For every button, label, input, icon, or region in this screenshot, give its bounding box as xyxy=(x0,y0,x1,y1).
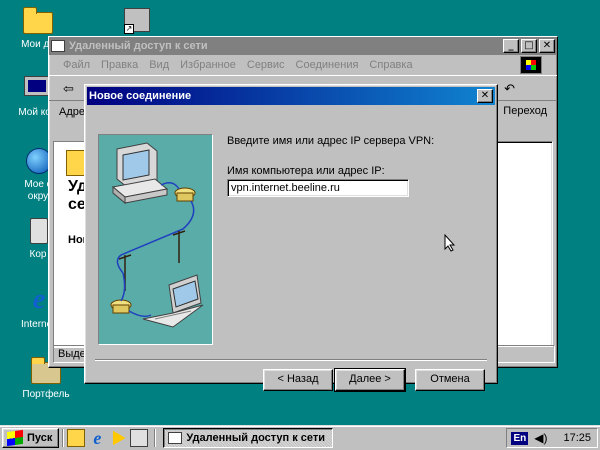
explorer-title: Удаленный доступ к сети xyxy=(69,40,208,52)
taskbar: Пуск e Удаленный доступ к сети En ◀) 17:… xyxy=(0,425,600,450)
shortcut-arrow-icon: ↗ xyxy=(124,24,134,34)
close-button[interactable]: ✕ xyxy=(539,39,555,53)
back-arrow-icon[interactable]: ⇦ xyxy=(63,81,74,97)
speaker-icon[interactable]: ◀) xyxy=(534,431,547,445)
dialog-prompt: Введите имя или адрес IP сервера VPN: xyxy=(227,135,435,147)
vpn-host-input[interactable] xyxy=(227,179,409,197)
outlook-express-icon[interactable] xyxy=(130,429,149,447)
host-field-label: Имя компьютера или адрес IP: xyxy=(227,165,385,177)
connection-illustration xyxy=(98,134,213,345)
task-label: Удаленный доступ к сети xyxy=(186,432,326,444)
dialog-separator xyxy=(95,359,487,361)
show-desktop-icon[interactable] xyxy=(67,429,86,447)
menu-file[interactable]: Файл xyxy=(63,59,90,71)
explorer-menubar: Файл Правка Вид Избранное Сервис Соедине… xyxy=(49,55,557,75)
system-tray: En ◀) 17:25 xyxy=(506,428,598,448)
dialog-title: Новое соединение xyxy=(89,90,192,102)
mouse-pointer-icon xyxy=(444,234,456,252)
minimize-button[interactable]: _ xyxy=(503,39,519,53)
menu-tools[interactable]: Сервис xyxy=(247,59,285,71)
dialog-titlebar[interactable]: Новое соединение ✕ xyxy=(87,87,495,105)
menu-connections[interactable]: Соединения xyxy=(296,59,359,71)
dialup-folder-icon xyxy=(51,40,65,52)
undo-icon[interactable]: ↶ xyxy=(504,81,515,97)
media-player-icon[interactable] xyxy=(112,430,126,446)
menu-help[interactable]: Справка xyxy=(369,59,412,71)
folder-icon xyxy=(23,7,53,34)
start-label: Пуск xyxy=(27,432,53,444)
dialup-folder-icon xyxy=(168,432,183,444)
go-label: Переход xyxy=(503,105,547,117)
language-indicator[interactable]: En xyxy=(511,431,529,445)
dialog-close-button[interactable]: ✕ xyxy=(477,89,493,103)
start-button[interactable]: Пуск xyxy=(2,428,60,448)
maximize-button[interactable]: □ xyxy=(521,39,537,53)
menu-favorites[interactable]: Избранное xyxy=(180,59,236,71)
taskbar-divider xyxy=(154,429,157,447)
taskbar-divider xyxy=(62,429,65,447)
recycle-bin-icon xyxy=(30,218,48,244)
explorer-titlebar[interactable]: Удаленный доступ к сети _ □ ✕ xyxy=(49,37,557,55)
desktop-shortcut-connection[interactable]: ↗ xyxy=(122,6,154,36)
cancel-button[interactable]: Отмена xyxy=(415,369,485,391)
web-view-pane: Уд сет Нов xyxy=(54,142,94,348)
taskbar-window-button[interactable]: Удаленный доступ к сети xyxy=(163,428,334,448)
clock[interactable]: 17:25 xyxy=(563,432,591,444)
dialog-body: Введите имя или адрес IP сервера VPN: Им… xyxy=(87,105,495,392)
next-button[interactable]: Далее > xyxy=(334,368,406,392)
new-connection-dialog: Новое соединение ✕ Введите имя или адрес… xyxy=(84,84,498,392)
computer-icon xyxy=(24,76,50,96)
windows-logo-icon xyxy=(520,56,542,74)
internet-explorer-icon[interactable]: e xyxy=(88,429,106,447)
back-button[interactable]: < Назад xyxy=(263,369,333,391)
network-illustration-icon xyxy=(110,142,204,328)
menu-view[interactable]: Вид xyxy=(149,59,169,71)
desktop-icon-label: Портфель xyxy=(22,389,70,400)
menu-edit[interactable]: Правка xyxy=(101,59,138,71)
windows-flag-icon xyxy=(7,429,23,447)
address-label: Адре xyxy=(59,106,85,118)
